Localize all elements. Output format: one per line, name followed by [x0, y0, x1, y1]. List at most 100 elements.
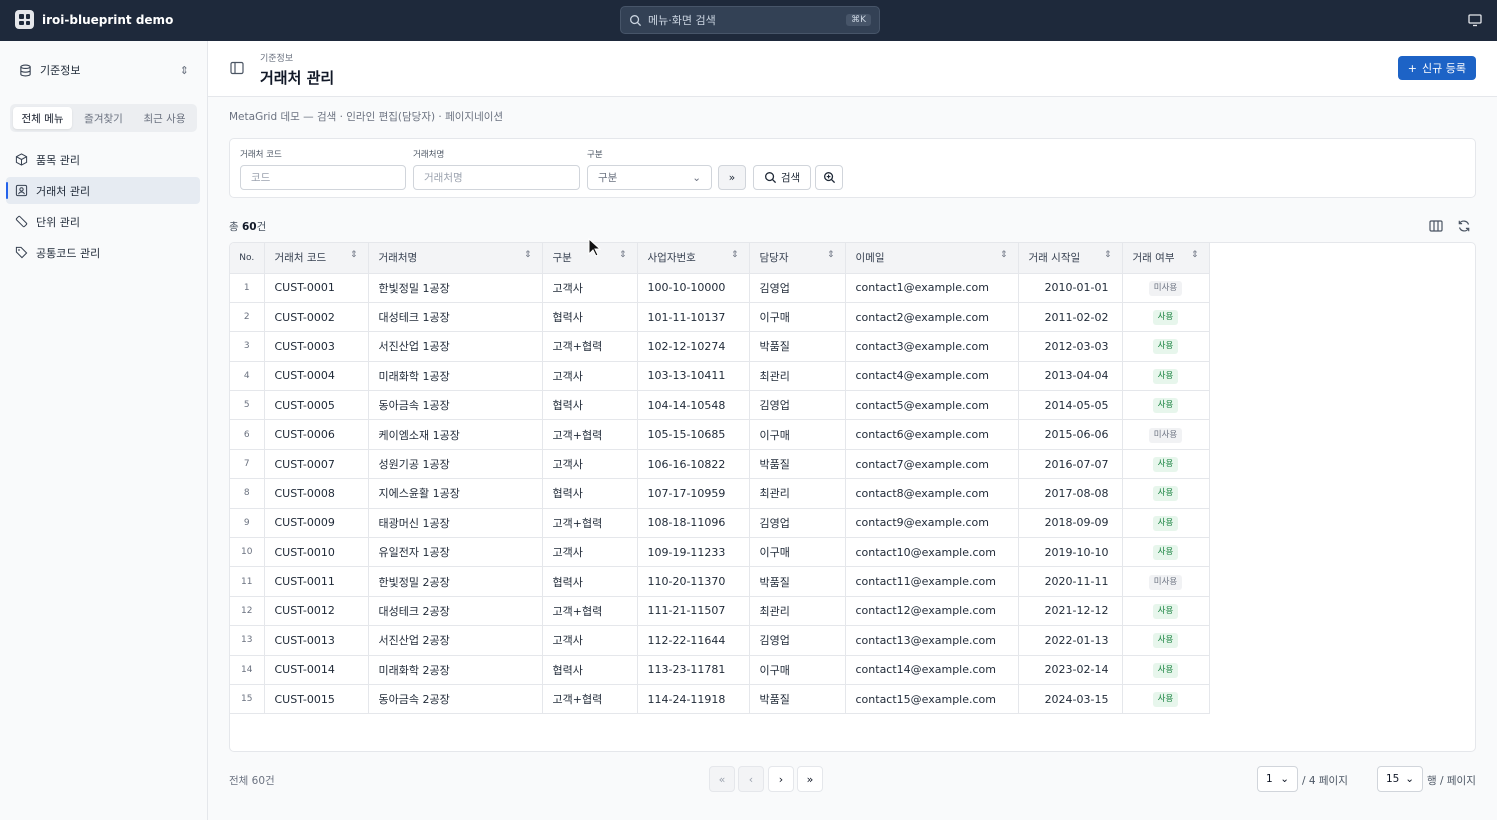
type-filter-select[interactable]: 구분 ⌄: [587, 165, 712, 190]
sidebar-item-common-codes[interactable]: 공통코드 관리: [6, 239, 200, 266]
page-size-select[interactable]: 15 ⌄: [1377, 766, 1423, 792]
database-icon: [20, 64, 31, 76]
cell-manager[interactable]: 김영업: [749, 273, 846, 303]
page-size-value: 15: [1386, 773, 1400, 785]
cell-customer-name: 한빛정밀 2공장: [368, 566, 543, 597]
cell-start-date: 2023-02-14: [1018, 655, 1123, 685]
table-row[interactable]: 8 CUST-0008 지에스윤활 1공장 협력사 107-17-10959 최관리 con…: [230, 478, 1210, 509]
column-header-start-date[interactable]: 거래 시작일 ⇕: [1018, 243, 1123, 274]
table-row[interactable]: 6 CUST-0006 케이엠소재 1공장 고객+협력 105-15-10685 이구매 c…: [230, 419, 1210, 450]
cell-manager[interactable]: 이구매: [749, 537, 846, 568]
cell-business-number: 112-22-11644: [637, 625, 750, 656]
cell-manager[interactable]: 박품질: [749, 684, 846, 715]
cell-customer-type: 협력사: [542, 655, 638, 685]
table-row[interactable]: 2 CUST-0002 대성테크 1공장 협력사 101-11-10137 이구매 cont…: [230, 302, 1210, 333]
cell-customer-name: 서진산업 1공장: [368, 331, 543, 362]
cell-manager[interactable]: 이구매: [749, 655, 846, 685]
table-row[interactable]: 4 CUST-0004 미래화학 1공장 고객사 103-13-10411 최관리 cont…: [230, 361, 1210, 392]
advanced-search-button[interactable]: [815, 165, 843, 190]
sidebar-item-label: 단위 관리: [36, 215, 80, 229]
brand[interactable]: iroi-blueprint demo: [15, 10, 173, 29]
cell-manager[interactable]: 박품질: [749, 331, 846, 362]
cell-manager[interactable]: 이구매: [749, 419, 846, 450]
cell-active-status: 미사용: [1122, 419, 1210, 450]
result-count-prefix: 총: [229, 221, 242, 233]
refresh-icon[interactable]: [1457, 219, 1471, 233]
sidebar-item-items[interactable]: 품목 관리: [6, 146, 200, 173]
column-header-code[interactable]: 거래처 코드 ⇕: [264, 243, 369, 274]
column-header-email[interactable]: 이메일 ⇕: [845, 243, 1019, 274]
table-row[interactable]: 13 CUST-0013 서진산업 2공장 고객사 112-22-11644 김영업 con…: [230, 625, 1210, 656]
table-row[interactable]: 12 CUST-0012 대성테크 2공장 고객+협력 111-21-11507 최관리 c…: [230, 596, 1210, 627]
status-badge: 사용: [1152, 310, 1179, 326]
cell-manager[interactable]: 김영업: [749, 625, 846, 656]
breadcrumb[interactable]: 기준정보: [260, 51, 293, 64]
cell-manager[interactable]: 김영업: [749, 508, 846, 539]
tab-favorites[interactable]: 즐겨찾기: [74, 107, 133, 129]
cell-manager[interactable]: 최관리: [749, 361, 846, 392]
prev-page-button[interactable]: ‹: [738, 766, 764, 792]
table-row[interactable]: 3 CUST-0003 서진산업 1공장 고객+협력 102-12-10274 박품질 co…: [230, 331, 1210, 362]
sort-icon: ⇕: [999, 250, 1008, 261]
cell-manager[interactable]: 박품질: [749, 449, 846, 480]
code-filter-input[interactable]: 코드: [240, 165, 406, 190]
column-header-label: 이메일: [855, 252, 885, 265]
menu-group-select[interactable]: 기준정보 ⇕: [10, 55, 198, 85]
sidebar-toggle-icon[interactable]: [230, 61, 244, 75]
cell-active-status: 사용: [1122, 508, 1210, 539]
column-header-biz-number[interactable]: 사업자번호 ⇕: [637, 243, 750, 274]
cell-active-status: 사용: [1122, 684, 1210, 715]
cell-row-number: 5: [230, 390, 265, 421]
chevrons-up-down-icon: ⇕: [179, 63, 189, 77]
cell-manager[interactable]: 김영업: [749, 390, 846, 421]
expand-filters-button[interactable]: »: [718, 165, 746, 190]
page-select[interactable]: 1 ⌄: [1257, 766, 1298, 792]
last-page-button[interactable]: »: [797, 766, 823, 792]
column-header-active[interactable]: 거래 여부 ⇕: [1122, 243, 1210, 274]
new-register-button[interactable]: + 신규 등록: [1397, 56, 1476, 80]
column-header-name[interactable]: 거래처명 ⇕: [368, 243, 543, 274]
table-row[interactable]: 10 CUST-0010 유일전자 1공장 고객사 109-19-11233 이구매 con…: [230, 537, 1210, 568]
sidebar-item-customers[interactable]: 거래처 관리: [6, 177, 200, 204]
search-button[interactable]: 검색: [753, 165, 811, 190]
cell-customer-type: 고객사: [542, 449, 638, 480]
tab-recent[interactable]: 최근 사용: [135, 107, 194, 129]
tab-all-menu[interactable]: 전체 메뉴: [13, 107, 72, 129]
cell-customer-code: CUST-0013: [264, 625, 369, 656]
sort-icon: ⇕: [523, 250, 532, 261]
status-badge: 사용: [1152, 692, 1179, 708]
cell-customer-name: 미래화학 1공장: [368, 361, 543, 392]
table-row[interactable]: 15 CUST-0015 동아금속 2공장 고객+협력 114-24-11918 박품질 c…: [230, 684, 1210, 715]
cell-start-date: 2012-03-03: [1018, 331, 1123, 362]
column-header-label: 담당자: [759, 252, 789, 265]
sidebar-item-units[interactable]: 단위 관리: [6, 208, 200, 235]
cell-business-number: 104-14-10548: [637, 390, 750, 421]
cell-manager[interactable]: 박품질: [749, 566, 846, 597]
new-register-label: 신규 등록: [1422, 62, 1466, 75]
cell-row-number: 1: [230, 273, 265, 303]
table-row[interactable]: 14 CUST-0014 미래화학 2공장 협력사 113-23-11781 이구매 con…: [230, 655, 1210, 685]
table-row[interactable]: 7 CUST-0007 성원기공 1공장 고객사 106-16-10822 박품질 cont…: [230, 449, 1210, 480]
table-row[interactable]: 5 CUST-0005 동아금속 1공장 협력사 104-14-10548 김영업 cont…: [230, 390, 1210, 421]
column-header-manager[interactable]: 담당자 ⇕: [749, 243, 846, 274]
table-row[interactable]: 9 CUST-0009 태광머신 1공장 고객+협력 108-18-11096 김영업 co…: [230, 508, 1210, 539]
table-row[interactable]: 11 CUST-0011 한빛정밀 2공장 협력사 110-20-11370 박품질 con…: [230, 566, 1210, 597]
columns-icon[interactable]: [1429, 219, 1443, 233]
cell-active-status: 사용: [1122, 449, 1210, 480]
first-page-button[interactable]: «: [709, 766, 735, 792]
data-grid: No. 거래처 코드 ⇕ 거래처명 ⇕ 구분 ⇕ 사업자번호 ⇕ 담당자 ⇕ 이메일 ⇕ 거…: [229, 242, 1476, 752]
cell-manager[interactable]: 이구매: [749, 302, 846, 333]
cell-manager[interactable]: 최관리: [749, 596, 846, 627]
cell-business-number: 100-10-10000: [637, 273, 750, 303]
name-filter-input[interactable]: 거래처명: [413, 165, 580, 190]
table-row[interactable]: 1 CUST-0001 한빛정밀 1공장 고객사 100-10-10000 김영업 cont…: [230, 273, 1210, 303]
next-page-button[interactable]: ›: [768, 766, 794, 792]
menu-search-input[interactable]: 메뉴·화면 검색 ⌘K: [620, 6, 880, 34]
cell-customer-code: CUST-0005: [264, 390, 369, 421]
cell-row-number: 13: [230, 625, 265, 656]
cell-manager[interactable]: 최관리: [749, 478, 846, 509]
monitor-icon[interactable]: [1468, 13, 1482, 27]
search-placeholder: 메뉴·화면 검색: [648, 14, 716, 27]
page-size-text: 행 / 페이지: [1427, 775, 1476, 787]
column-header-label: 사업자번호: [647, 252, 696, 265]
